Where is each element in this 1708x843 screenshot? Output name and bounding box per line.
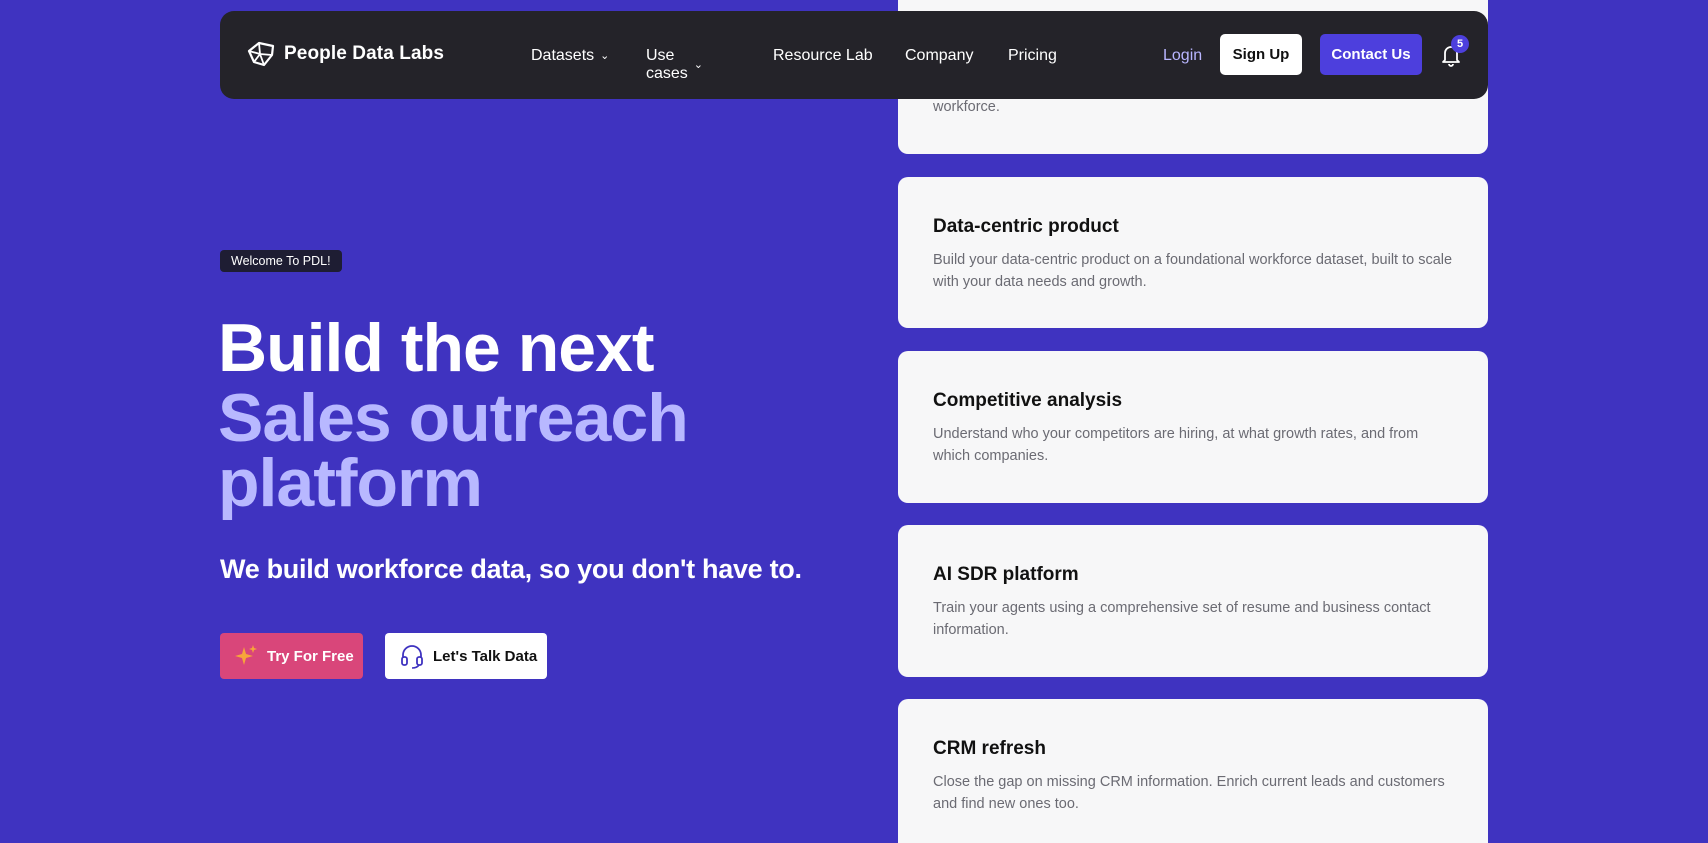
use-case-title: Data-centric product [933,216,1119,237]
nav-item-datasets[interactable]: Datasets ⌄ [531,47,609,65]
use-case-description: workforce. [933,99,1000,115]
headset-icon [401,645,423,669]
sparkle-icon [235,645,257,665]
try-for-free-label: Try For Free [267,647,354,665]
nav-item-label: Use cases [646,47,688,82]
lets-talk-data-button[interactable]: Let's Talk Data [385,633,547,679]
welcome-badge: Welcome To PDL! [220,250,342,272]
nav-item-label: Resource Lab [773,47,873,64]
top-navbar: People Data Labs Datasets ⌄ Use cases ⌄ … [220,11,1488,99]
hero-subheading: We build workforce data, so you don't ha… [220,554,802,584]
use-case-title: CRM refresh [933,738,1046,759]
nav-item-label: Datasets [531,47,595,64]
lets-talk-data-label: Let's Talk Data [433,647,538,665]
use-case-description: Understand who your competitors are hiri… [933,426,1419,464]
use-case-card: Data-centric product Build your data-cen… [898,177,1488,328]
use-case-title: AI SDR platform [933,564,1079,585]
brand-logo-icon [247,41,275,67]
try-for-free-button[interactable]: Try For Free [220,633,363,679]
contact-us-button[interactable]: Contact Us [1320,34,1422,75]
brand-logo-link[interactable]: People Data Labs [246,40,444,68]
nav-item-pricing[interactable]: Pricing [1008,47,1057,65]
nav-item-label: Pricing [1008,47,1057,64]
sign-up-button[interactable]: Sign Up [1220,34,1302,75]
nav-item-company[interactable]: Company [905,47,973,65]
nav-item-use-cases[interactable]: Use cases ⌄ [646,47,703,83]
nav-item-label: Company [905,47,974,64]
use-case-card: AI SDR platform Train your agents using … [898,525,1488,677]
use-case-card: CRM refresh Close the gap on missing CRM… [898,699,1488,843]
chevron-down-icon: ⌄ [693,58,704,71]
hero-headline: Build the next [218,310,655,386]
login-link[interactable]: Login [1163,47,1202,65]
hero-headline-highlight: Sales outreach platform [218,380,689,521]
use-case-description: Close the gap on missing CRM information… [933,774,1445,812]
brand-name: People Data Labs [284,43,444,64]
notification-count-badge: 5 [1451,35,1469,53]
nav-item-resource-lab[interactable]: Resource Lab [773,47,873,65]
use-case-card: Competitive analysis Understand who your… [898,351,1488,503]
use-case-description: Build your data-centric product on a fou… [933,252,1453,290]
chevron-down-icon: ⌄ [600,49,610,62]
use-case-title: Competitive analysis [933,390,1123,411]
use-case-description: Train your agents using a comprehensive … [933,600,1431,638]
